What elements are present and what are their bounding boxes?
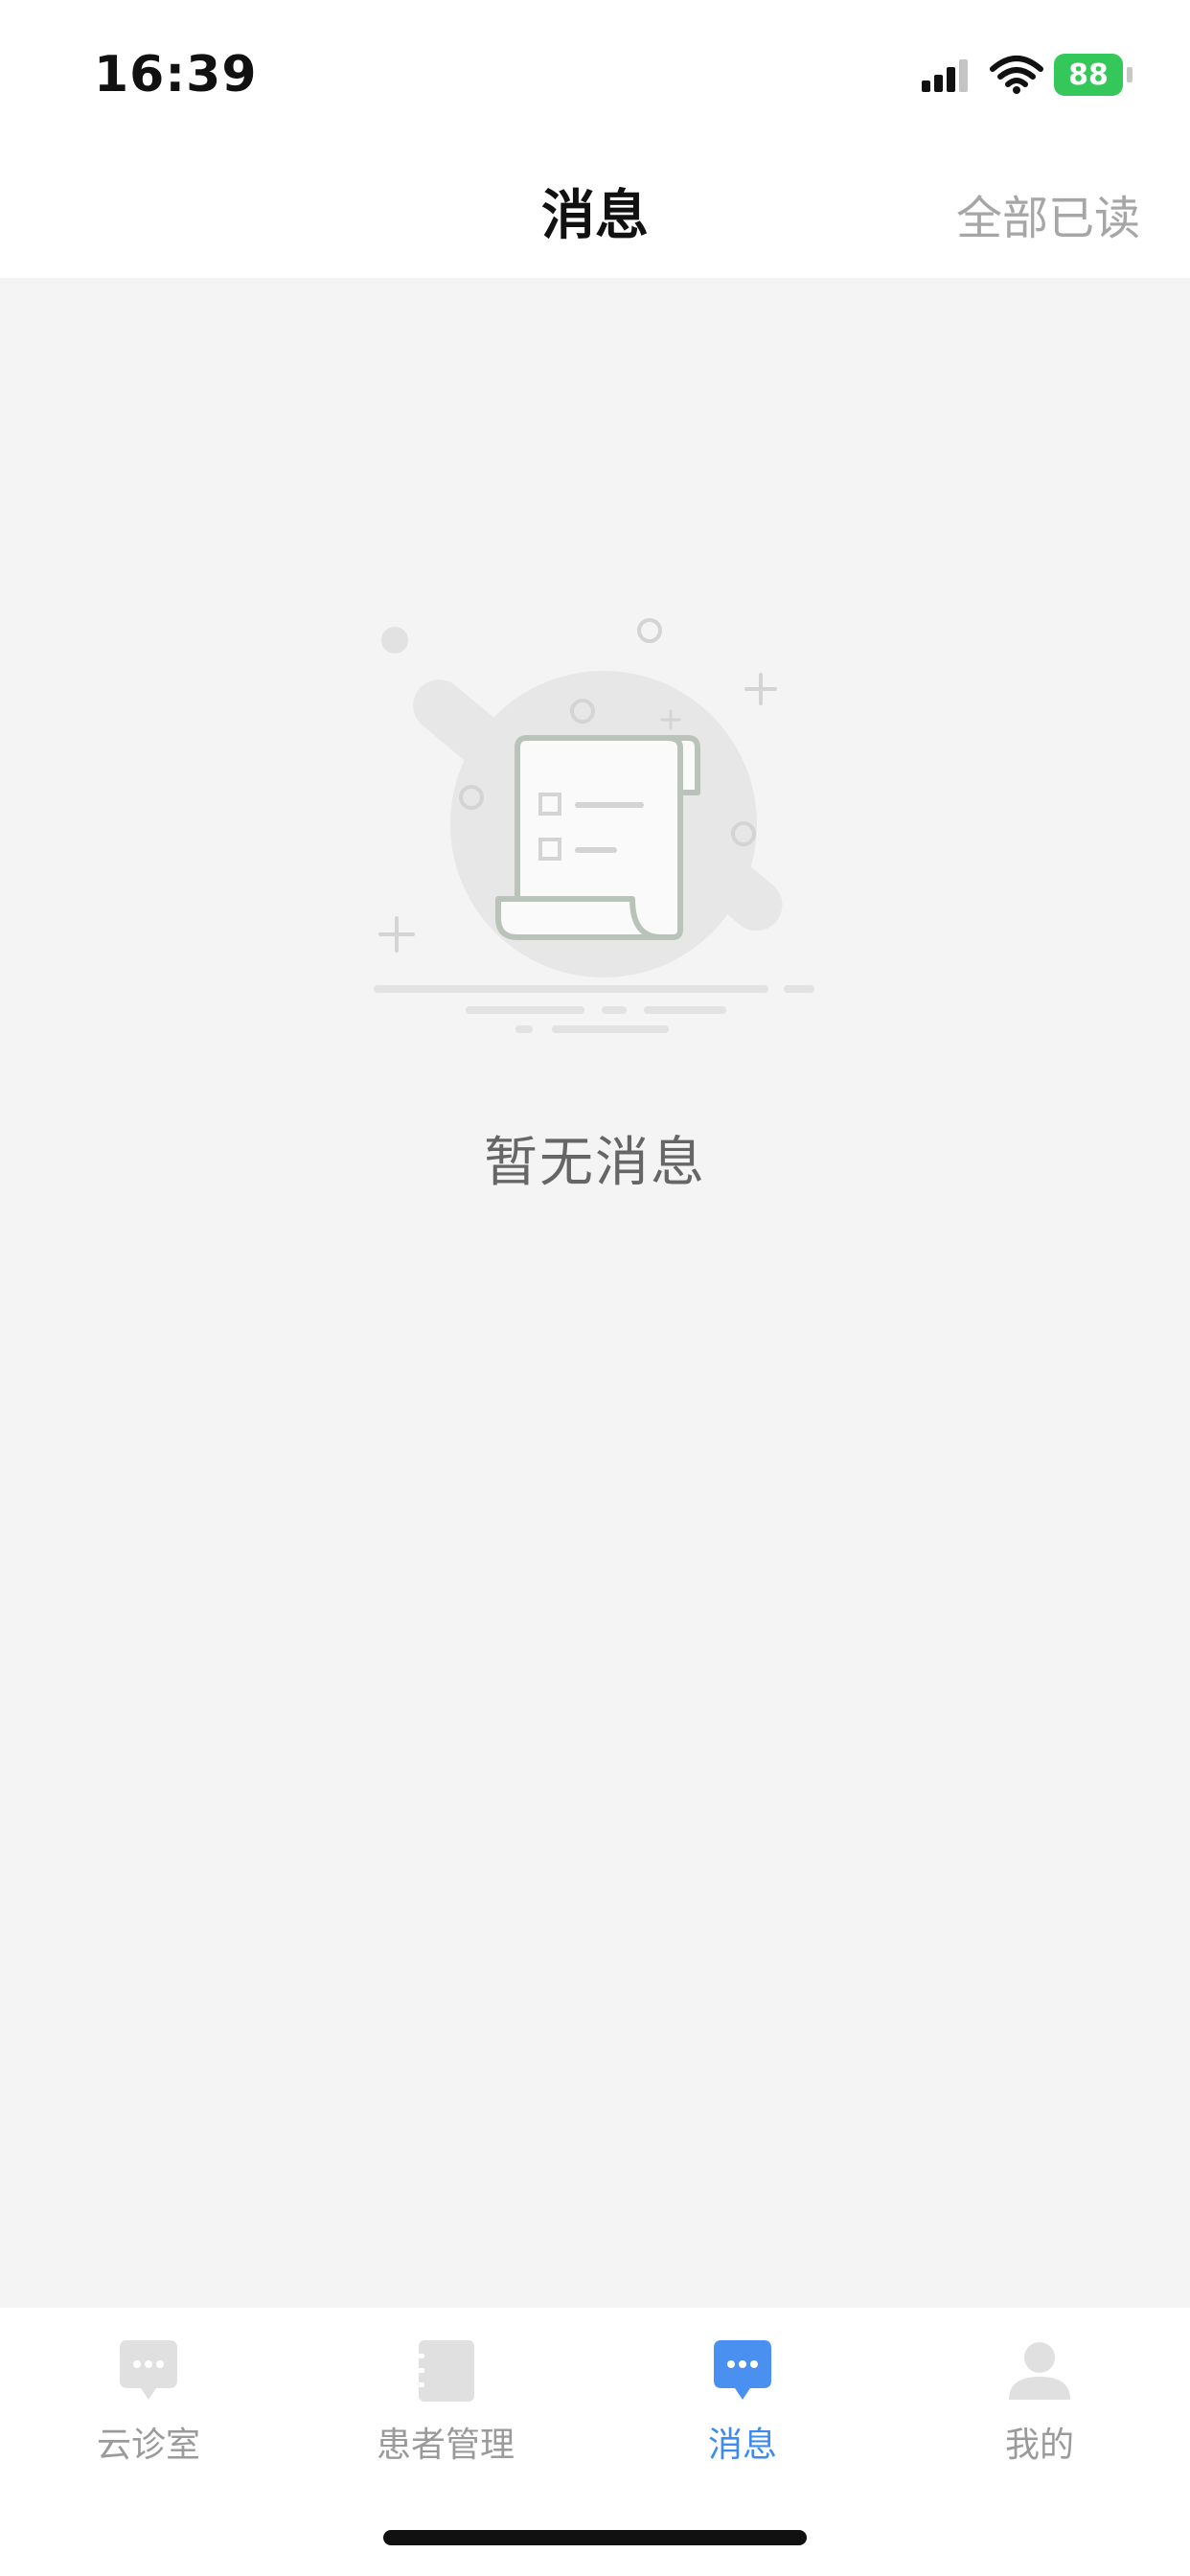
person-icon (1009, 2342, 1070, 2400)
tab-label: 我的 (1004, 2426, 1074, 2465)
status-time: 16:39 (94, 46, 258, 104)
chat-bubble-icon (120, 2340, 177, 2400)
tab-cloud-clinic[interactable]: 云诊室 (0, 2336, 297, 2499)
message-icon (714, 2340, 771, 2400)
tab-mine[interactable]: 我的 (891, 2336, 1188, 2499)
battery-cap (1127, 67, 1133, 82)
navigation-header: 消息 全部已读 (0, 144, 1190, 278)
tab-label: 云诊室 (96, 2426, 200, 2465)
home-indicator (383, 2530, 807, 2545)
empty-scroll-illustration (374, 618, 814, 1033)
wifi-icon (990, 56, 1043, 94)
tab-patient-management[interactable]: 患者管理 (297, 2336, 594, 2499)
tab-label: 患者管理 (376, 2426, 515, 2465)
battery-level: 88 (1054, 54, 1123, 96)
notebook-icon (415, 2340, 474, 2402)
empty-state-message: 暂无消息 (484, 1132, 706, 1194)
bottom-tab-bar: 云诊室 患者管理 消息 我的 (0, 2308, 1190, 2576)
signal-icon (922, 59, 968, 92)
tab-messages[interactable]: 消息 (594, 2336, 891, 2499)
mark-all-read-button[interactable]: 全部已读 (956, 180, 1140, 247)
tab-label: 消息 (707, 2426, 777, 2465)
status-bar: 16:39 88 (0, 0, 1190, 144)
battery-charging-icon: 88 (1054, 54, 1133, 96)
